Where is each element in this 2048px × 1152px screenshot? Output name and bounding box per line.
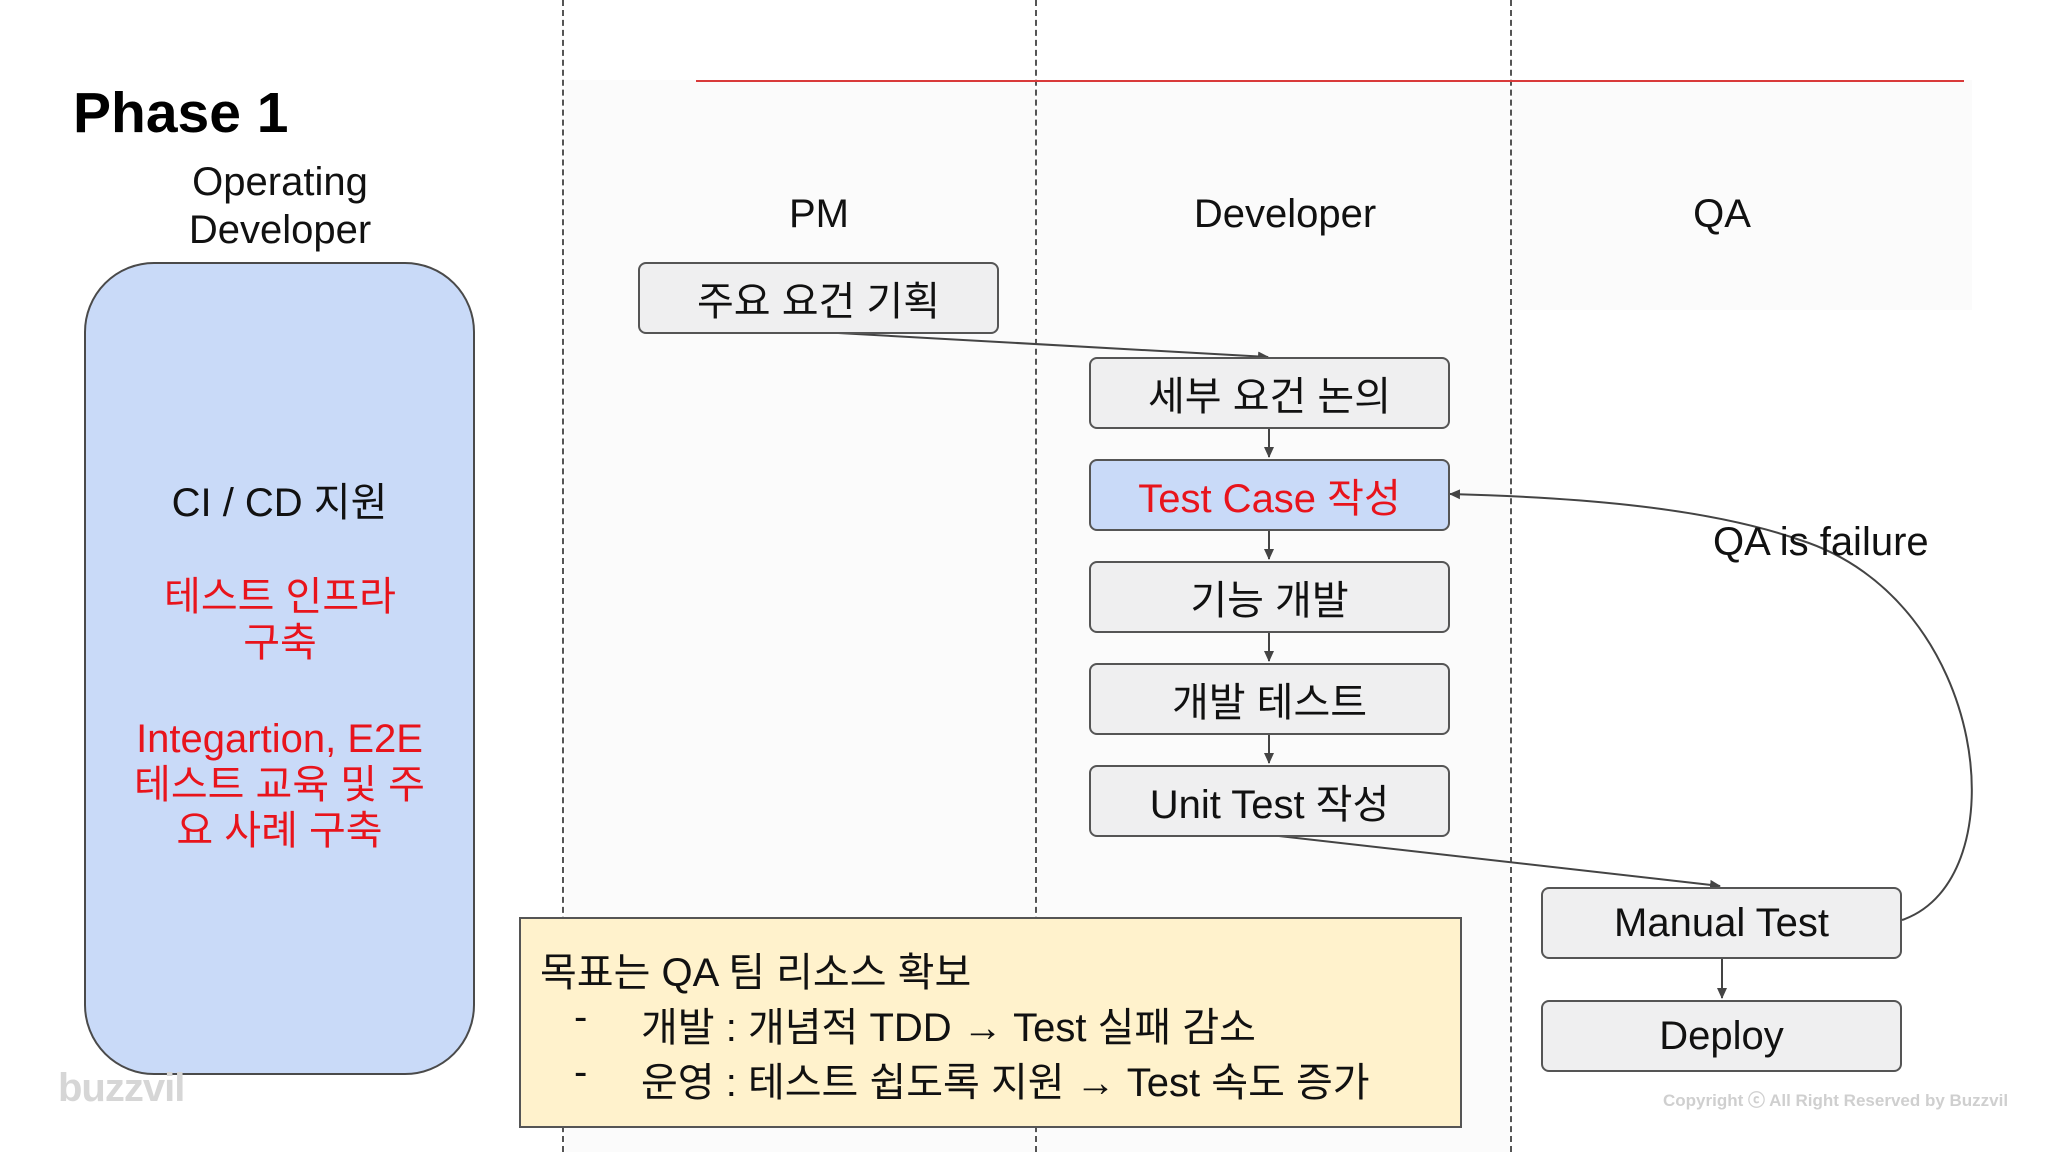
phase-title: Phase 1 bbox=[73, 81, 289, 145]
integration-test-item: Integartion, E2E 테스트 교육 및 주요 사례 구축 bbox=[134, 717, 425, 853]
goal-item-2: 운영 : 테스트 쉽도록 지원 → Test 속도 증가 bbox=[641, 1061, 1370, 1105]
ci-cd-support: CI / CD 지원 bbox=[171, 481, 388, 525]
node-manual-test: Manual Test bbox=[1541, 887, 1902, 959]
arrow-unit-to-manual bbox=[1269, 834, 1721, 890]
lane-label-qa: QA bbox=[1693, 192, 1751, 236]
goal-item-1: 개발 : 개념적 TDD → Test 실패 감소 bbox=[641, 1006, 1256, 1050]
goal-bullet-2: - bbox=[574, 1050, 588, 1094]
lane-label-developer: Developer bbox=[1193, 192, 1377, 236]
node-feature-dev: 기능 개발 bbox=[1089, 561, 1450, 633]
copyright-text: Copyright ⓒ All Right Reserved by Buzzvi… bbox=[1663, 1091, 2009, 1110]
buzzvil-logo: buzzvil bbox=[58, 1066, 185, 1110]
goal-title: 목표는 QA 팀 리소스 확보 bbox=[540, 951, 972, 995]
node-unit-test: Unit Test 작성 bbox=[1089, 765, 1450, 837]
test-infra-item: 테스트 인프라 구축 bbox=[164, 575, 396, 665]
operating-box bbox=[84, 262, 475, 1075]
qa-failure-label: QA is failure bbox=[1713, 520, 1929, 564]
node-test-case: Test Case 작성 bbox=[1089, 459, 1450, 531]
lane-label-pm: PM bbox=[789, 192, 849, 236]
goal-bullet-1: - bbox=[574, 995, 588, 1039]
operating-developer-title: Operating Developer bbox=[188, 160, 372, 252]
arrow-plan-to-discuss bbox=[819, 331, 1269, 362]
node-deploy: Deploy bbox=[1541, 1000, 1902, 1072]
node-dev-test: 개발 테스트 bbox=[1089, 663, 1450, 735]
node-main-requirements: 주요 요건 기획 bbox=[638, 262, 999, 334]
node-detail-discussion: 세부 요건 논의 bbox=[1089, 357, 1450, 429]
